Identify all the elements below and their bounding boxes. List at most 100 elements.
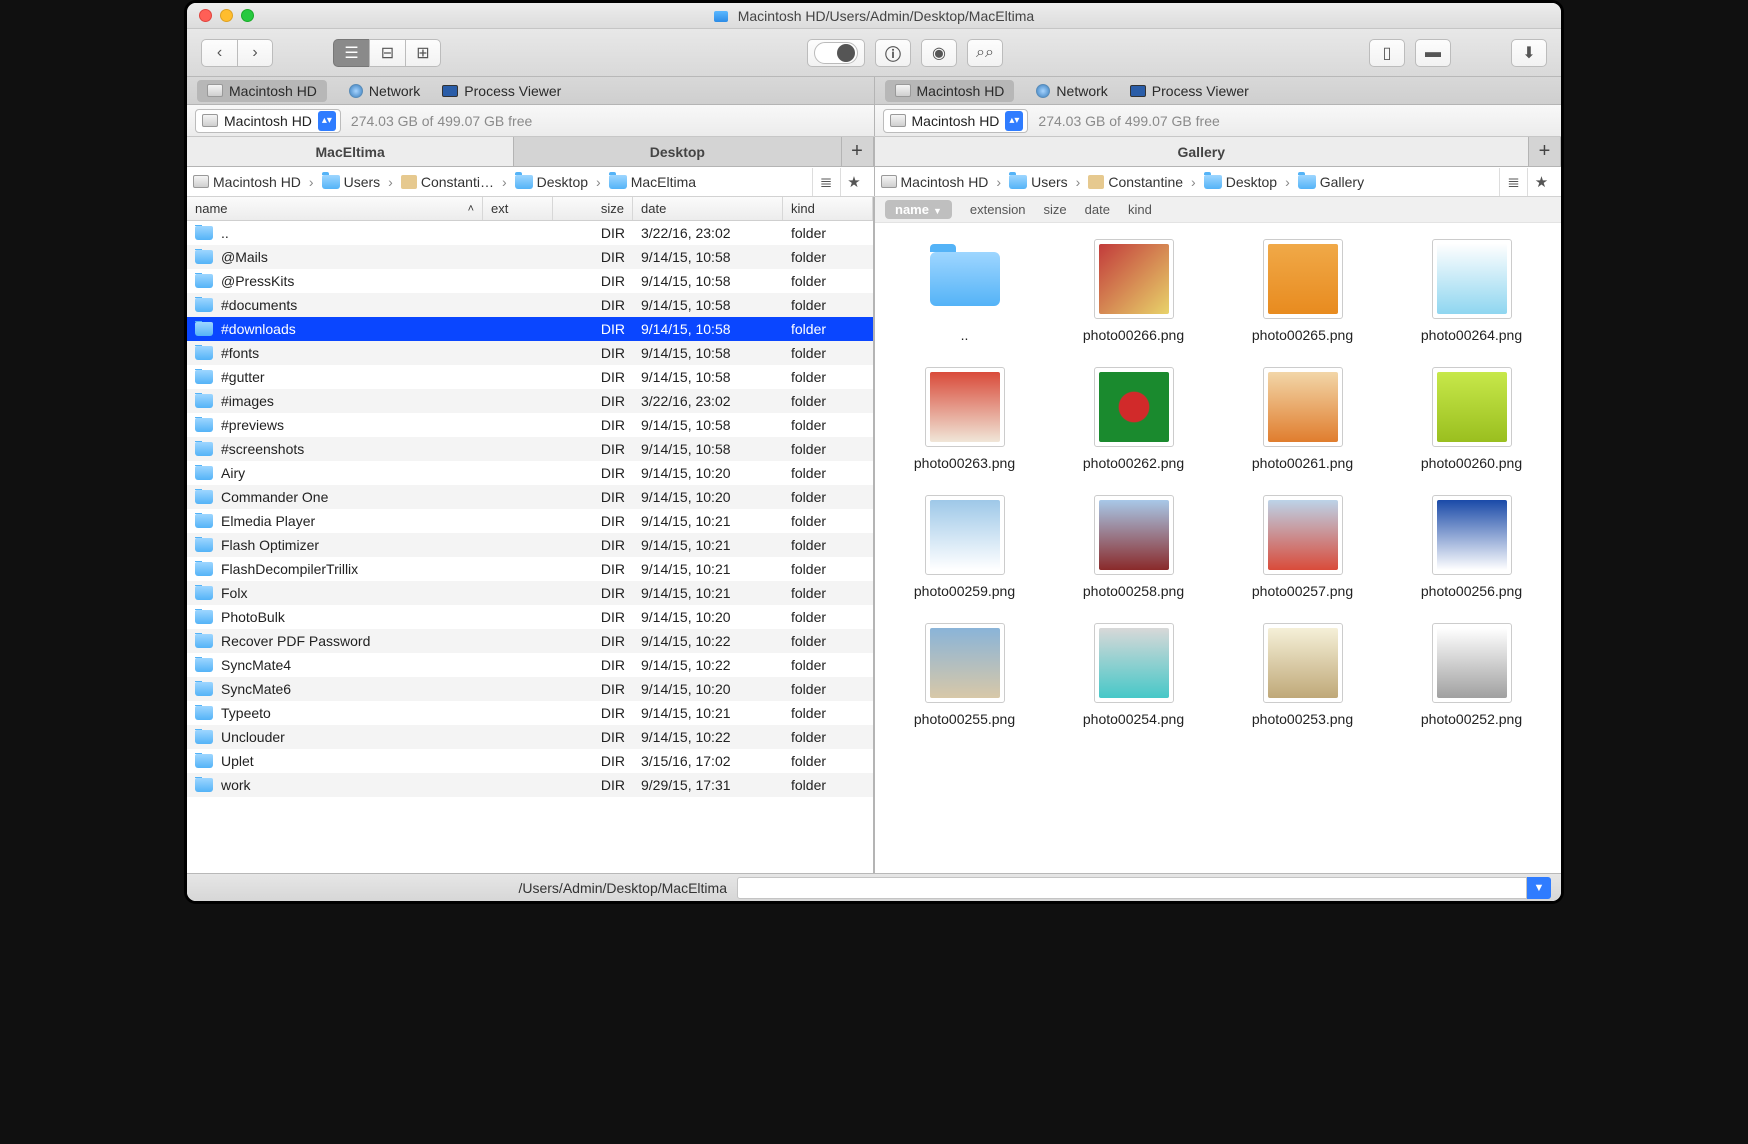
gallery-item[interactable]: photo00258.png <box>1054 495 1213 599</box>
file-row[interactable]: #imagesDIR3/22/16, 23:02folder <box>187 389 873 413</box>
file-row[interactable]: TypeetoDIR9/14/15, 10:21folder <box>187 701 873 725</box>
breadcrumb-item[interactable]: Macintosh HD <box>193 174 301 190</box>
file-row[interactable]: #gutterDIR9/14/15, 10:58folder <box>187 365 873 389</box>
file-row[interactable]: UpletDIR3/15/16, 17:02folder <box>187 749 873 773</box>
view-list-button[interactable]: ☰ <box>333 39 369 67</box>
path-input[interactable] <box>737 877 1527 899</box>
breadcrumb-item[interactable]: Gallery <box>1298 174 1364 190</box>
gallery-item[interactable]: photo00256.png <box>1392 495 1551 599</box>
view-columns-button[interactable]: ⊟ <box>369 39 405 67</box>
file-kind: folder <box>783 777 873 793</box>
breadcrumb-item[interactable]: Desktop <box>515 174 588 190</box>
breadcrumb-item[interactable]: Desktop <box>1204 174 1277 190</box>
file-row[interactable]: Flash OptimizerDIR9/14/15, 10:21folder <box>187 533 873 557</box>
col-ext[interactable]: ext <box>483 197 553 220</box>
favorite-toggle[interactable]: ★ <box>840 168 868 196</box>
gallery-item[interactable]: photo00255.png <box>885 623 1044 727</box>
gallery-item[interactable]: photo00261.png <box>1223 367 1382 471</box>
gallery-item[interactable]: photo00264.png <box>1392 239 1551 343</box>
gallery-item[interactable]: photo00266.png <box>1054 239 1213 343</box>
file-date: 3/22/16, 23:02 <box>633 225 783 241</box>
file-row[interactable]: ..DIR3/22/16, 23:02folder <box>187 221 873 245</box>
file-row[interactable]: Recover PDF PasswordDIR9/14/15, 10:22fol… <box>187 629 873 653</box>
source-macintosh-hd-right[interactable]: Macintosh HD <box>885 80 1015 102</box>
source-process-viewer-right[interactable]: Process Viewer <box>1130 83 1249 99</box>
gallery-item[interactable]: photo00252.png <box>1392 623 1551 727</box>
source-macintosh-hd-left[interactable]: Macintosh HD <box>197 80 327 102</box>
gallery-item[interactable]: photo00257.png <box>1223 495 1382 599</box>
source-network-right[interactable]: Network <box>1036 83 1107 99</box>
gallery-grid[interactable]: ..photo00266.pngphoto00265.pngphoto00264… <box>875 223 1561 873</box>
file-row[interactable]: #previewsDIR9/14/15, 10:58folder <box>187 413 873 437</box>
view-mode-toggle[interactable]: ≣ <box>1499 168 1527 196</box>
share-button[interactable]: ▬ <box>1415 39 1451 67</box>
file-row[interactable]: FolxDIR9/14/15, 10:21folder <box>187 581 873 605</box>
file-row[interactable]: SyncMate6DIR9/14/15, 10:20folder <box>187 677 873 701</box>
sort-name-pill[interactable]: name▼ <box>885 200 952 219</box>
file-row[interactable]: FlashDecompilerTrillixDIR9/14/15, 10:21f… <box>187 557 873 581</box>
tab-maceltima[interactable]: MacEltima <box>187 137 514 166</box>
file-date: 3/22/16, 23:02 <box>633 393 783 409</box>
file-row[interactable]: #screenshotsDIR9/14/15, 10:58folder <box>187 437 873 461</box>
gallery-item[interactable]: photo00254.png <box>1054 623 1213 727</box>
col-name[interactable]: name˄ <box>187 197 483 220</box>
col-date[interactable]: date <box>633 197 783 220</box>
gallery-item[interactable]: photo00253.png <box>1223 623 1382 727</box>
source-process-viewer-left[interactable]: Process Viewer <box>442 83 561 99</box>
preview-button[interactable]: ◉ <box>921 39 957 67</box>
info-button[interactable]: ⓘ <box>875 39 911 67</box>
nav-forward-button[interactable]: › <box>237 39 273 67</box>
file-list-left[interactable]: ..DIR3/22/16, 23:02folder@MailsDIR9/14/1… <box>187 221 873 873</box>
toggle-switch[interactable] <box>807 39 865 67</box>
folder-icon <box>195 346 213 360</box>
file-row[interactable]: UnclouderDIR9/14/15, 10:22folder <box>187 725 873 749</box>
breadcrumb-item[interactable]: Users <box>1009 174 1068 190</box>
sort-kind[interactable]: kind <box>1128 202 1152 217</box>
gallery-item[interactable]: photo00260.png <box>1392 367 1551 471</box>
tab-gallery[interactable]: Gallery <box>875 137 1530 166</box>
view-mode-toggle[interactable]: ≣ <box>812 168 840 196</box>
nav-back-button[interactable]: ‹ <box>201 39 237 67</box>
file-size: DIR <box>553 729 633 745</box>
col-kind[interactable]: kind <box>783 197 873 220</box>
volume-select-left[interactable]: Macintosh HD ▴▾ <box>195 109 341 133</box>
file-row[interactable]: Commander OneDIR9/14/15, 10:20folder <box>187 485 873 509</box>
file-row[interactable]: PhotoBulkDIR9/14/15, 10:20folder <box>187 605 873 629</box>
gallery-item[interactable]: photo00259.png <box>885 495 1044 599</box>
file-row[interactable]: #documentsDIR9/14/15, 10:58folder <box>187 293 873 317</box>
sort-size[interactable]: size <box>1044 202 1067 217</box>
archive-button[interactable]: ▯ <box>1369 39 1405 67</box>
file-row[interactable]: #downloadsDIR9/14/15, 10:58folder <box>187 317 873 341</box>
breadcrumb-item[interactable]: Macintosh HD <box>881 174 989 190</box>
folder-icon <box>195 394 213 408</box>
breadcrumb-item[interactable]: MacEltima <box>609 174 696 190</box>
download-button[interactable]: ⬇ <box>1511 39 1547 67</box>
sort-extension[interactable]: extension <box>970 202 1026 217</box>
gallery-item[interactable]: .. <box>885 239 1044 343</box>
col-size[interactable]: size <box>553 197 633 220</box>
view-icons-button[interactable]: ⊞ <box>405 39 441 67</box>
favorite-toggle[interactable]: ★ <box>1527 168 1555 196</box>
source-network-left[interactable]: Network <box>349 83 420 99</box>
file-row[interactable]: SyncMate4DIR9/14/15, 10:22folder <box>187 653 873 677</box>
breadcrumb-item[interactable]: Constanti… <box>401 174 494 190</box>
gallery-item[interactable]: photo00262.png <box>1054 367 1213 471</box>
path-dropdown-button[interactable]: ▼ <box>1527 877 1551 899</box>
breadcrumb-item[interactable]: Constantine <box>1088 174 1183 190</box>
gallery-item[interactable]: photo00265.png <box>1223 239 1382 343</box>
sort-date[interactable]: date <box>1085 202 1110 217</box>
file-row[interactable]: AiryDIR9/14/15, 10:20folder <box>187 461 873 485</box>
file-kind: folder <box>783 441 873 457</box>
tab-desktop[interactable]: Desktop <box>514 137 841 166</box>
add-tab-right[interactable]: + <box>1529 137 1561 166</box>
breadcrumb-item[interactable]: Users <box>322 174 381 190</box>
file-row[interactable]: #fontsDIR9/14/15, 10:58folder <box>187 341 873 365</box>
gallery-item[interactable]: photo00263.png <box>885 367 1044 471</box>
volume-select-right[interactable]: Macintosh HD ▴▾ <box>883 109 1029 133</box>
file-row[interactable]: workDIR9/29/15, 17:31folder <box>187 773 873 797</box>
file-row[interactable]: Elmedia PlayerDIR9/14/15, 10:21folder <box>187 509 873 533</box>
file-row[interactable]: @PressKitsDIR9/14/15, 10:58folder <box>187 269 873 293</box>
file-row[interactable]: @MailsDIR9/14/15, 10:58folder <box>187 245 873 269</box>
add-tab-left[interactable]: + <box>842 137 874 166</box>
search-button[interactable]: ⌕⌕ <box>967 39 1003 67</box>
